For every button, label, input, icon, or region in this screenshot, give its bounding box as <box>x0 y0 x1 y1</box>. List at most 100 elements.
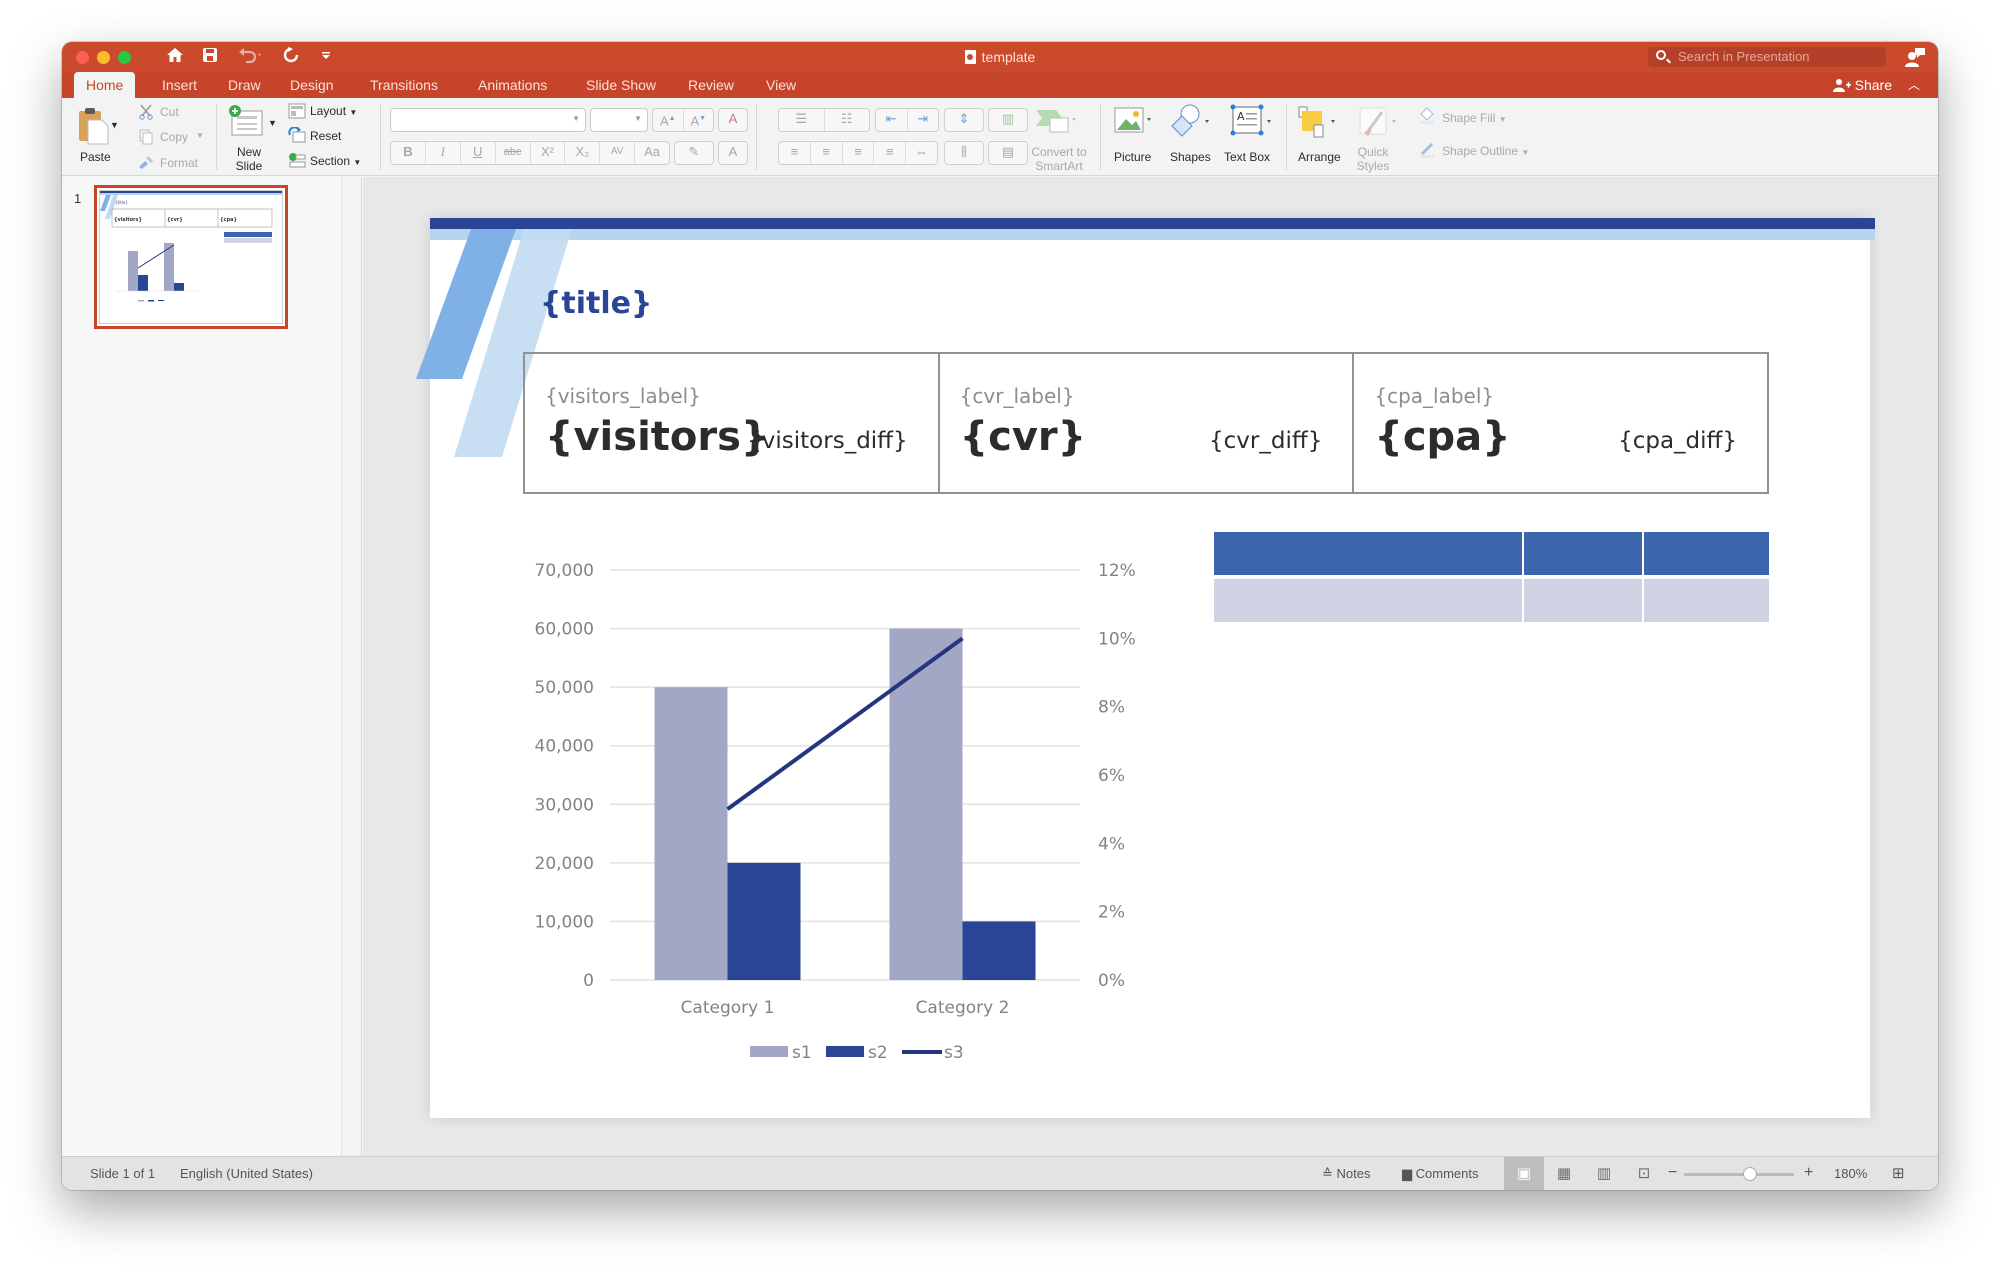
table-cell[interactable] <box>1644 532 1769 575</box>
align-center-button[interactable]: ≡ <box>811 142 843 164</box>
picture-button[interactable]: Picture <box>1114 150 1151 164</box>
paste-icon[interactable] <box>76 106 114 151</box>
shape-fill-button[interactable]: Shape Fill ▼ <box>1442 111 1507 125</box>
tab-home[interactable]: Home <box>74 72 136 98</box>
kpi-value: {cvr} <box>959 414 1087 460</box>
decrease-font-size-button[interactable]: A▼ <box>684 109 714 131</box>
reading-view-button[interactable]: ▥ <box>1584 1157 1624 1190</box>
copy-dropdown-icon[interactable]: ▼ <box>196 131 204 140</box>
chevron-down-icon: ▼ <box>572 114 580 123</box>
text-box-icon[interactable]: A <box>1230 104 1274 143</box>
arrange-button[interactable]: Arrange <box>1298 150 1341 164</box>
table-cell[interactable] <box>1644 579 1769 622</box>
slide-sorter-view-button[interactable]: ▦ <box>1544 1157 1584 1190</box>
tab-slide-show[interactable]: Slide Show <box>574 72 668 98</box>
svg-text:{cvr}: {cvr} <box>167 217 183 223</box>
highlight-button[interactable]: ✎ <box>674 141 714 165</box>
bold-button[interactable]: B <box>391 142 426 164</box>
slide-show-button[interactable]: ⊡ <box>1624 1157 1664 1190</box>
collapse-ribbon-icon[interactable]: ︿ <box>1908 72 1920 98</box>
columns-button[interactable]: ▥ <box>988 108 1028 132</box>
tab-design[interactable]: Design <box>278 72 346 98</box>
tab-insert[interactable]: Insert <box>150 72 209 98</box>
table-cell[interactable] <box>1524 532 1644 575</box>
copy-button[interactable]: Copy <box>160 130 188 144</box>
section-button[interactable]: Section ▼ <box>310 154 361 168</box>
slide-canvas[interactable]: {title} {visitors_label} {visitors} {vis… <box>416 218 1875 1118</box>
table-cell[interactable] <box>1214 532 1524 575</box>
bullets-button[interactable]: ☰ <box>779 109 825 131</box>
fit-to-window-icon[interactable]: ⊞ <box>1892 1164 1905 1182</box>
subscript-button[interactable]: X₂ <box>565 142 601 164</box>
account-icon[interactable] <box>1904 46 1926 68</box>
reset-button[interactable]: Reset <box>310 129 341 143</box>
picture-icon[interactable] <box>1114 106 1154 141</box>
tab-view[interactable]: View <box>754 72 808 98</box>
language-indicator[interactable]: English (United States) <box>180 1166 313 1181</box>
increase-font-size-button[interactable]: A▲ <box>653 109 684 131</box>
paste-label[interactable]: Paste <box>80 150 111 164</box>
layout-button[interactable]: Layout ▼ <box>310 104 357 118</box>
new-slide-icon[interactable] <box>228 104 264 143</box>
distribute-button[interactable]: ⇔ <box>906 142 937 164</box>
format-painter-button[interactable]: Format <box>160 156 198 170</box>
superscript-button[interactable]: X² <box>531 142 566 164</box>
font-size-select[interactable]: ▼ <box>590 108 648 132</box>
numbering-button[interactable]: ☷ <box>825 109 870 131</box>
kpi-cell-cvr[interactable]: {cvr_label} {cvr} {cvr_diff} <box>940 354 1355 492</box>
zoom-slider[interactable] <box>1684 1173 1794 1176</box>
tab-transitions[interactable]: Transitions <box>358 72 450 98</box>
shapes-icon[interactable] <box>1170 104 1212 143</box>
align-right-button[interactable]: ≡ <box>843 142 875 164</box>
notes-button[interactable]: ≙ Notes <box>1322 1166 1371 1182</box>
normal-view-button[interactable]: ▣ <box>1504 1157 1544 1190</box>
quick-styles-button[interactable]: Quick Styles <box>1356 145 1390 173</box>
kpi-cell-visitors[interactable]: {visitors_label} {visitors} {visitors_di… <box>525 354 940 492</box>
table-cell[interactable] <box>1214 579 1524 622</box>
panel-splitter[interactable] <box>343 177 362 1156</box>
clear-formatting-button[interactable]: A <box>718 108 748 132</box>
new-slide-button[interactable]: New Slide <box>232 145 266 173</box>
table-cell[interactable] <box>1524 579 1644 622</box>
align-text-button[interactable]: ▤ <box>988 141 1028 165</box>
line-spacing-button[interactable]: ⇕ <box>944 108 984 132</box>
zoom-slider-handle[interactable] <box>1743 1167 1757 1181</box>
slide-thumbnail-1[interactable]: {title} {visitors} {cvr} {cpa} <box>94 185 288 329</box>
indent-group: ⇤ ⇥ <box>875 108 939 132</box>
arrange-icon[interactable] <box>1298 106 1340 143</box>
combo-chart[interactable]: 0 10,000 20,000 30,000 40,000 50,000 60,000 70,… <box>520 538 1160 1078</box>
increase-indent-button[interactable]: ⇥ <box>908 109 939 131</box>
paste-dropdown-icon[interactable]: ▼ <box>110 120 119 130</box>
comments-button[interactable]: ▆ Comments <box>1402 1166 1478 1182</box>
share-button[interactable]: Share <box>1832 72 1892 98</box>
shape-outline-button[interactable]: Shape Outline ▼ <box>1442 144 1529 158</box>
smartart-icon[interactable] <box>1034 108 1078 141</box>
zoom-level[interactable]: 180% <box>1834 1166 1867 1181</box>
zoom-in-button[interactable]: + <box>1804 1164 1813 1182</box>
tab-draw[interactable]: Draw <box>216 72 273 98</box>
font-color-button[interactable]: A <box>718 141 748 165</box>
cut-button[interactable]: Cut <box>160 105 179 119</box>
underline-button[interactable]: U <box>461 142 496 164</box>
italic-button[interactable]: I <box>426 142 461 164</box>
text-direction-button[interactable]: ⫼ <box>944 141 984 165</box>
tab-review[interactable]: Review <box>676 72 746 98</box>
new-slide-dropdown-icon[interactable]: ▼ <box>268 118 277 128</box>
search-input[interactable]: Search in Presentation <box>1648 47 1886 67</box>
quick-styles-icon[interactable] <box>1358 106 1402 143</box>
slide-title[interactable]: {title} <box>540 286 652 321</box>
data-table[interactable] <box>1214 532 1769 626</box>
justify-button[interactable]: ≡ <box>874 142 907 164</box>
decrease-indent-button[interactable]: ⇤ <box>876 109 908 131</box>
kpi-cell-cpa[interactable]: {cpa_label} {cpa} {cpa_diff} <box>1354 354 1767 492</box>
align-left-button[interactable]: ≡ <box>779 142 811 164</box>
shapes-button[interactable]: Shapes <box>1170 150 1211 164</box>
character-spacing-button[interactable]: AV <box>600 142 636 164</box>
zoom-out-button[interactable]: − <box>1668 1164 1677 1182</box>
change-case-button[interactable]: Aa <box>635 142 669 164</box>
convert-to-smartart-button[interactable]: Convert to SmartArt <box>1026 145 1092 173</box>
text-box-button[interactable]: Text Box <box>1224 150 1270 164</box>
tab-animations[interactable]: Animations <box>466 72 559 98</box>
strikethrough-button[interactable]: abc <box>496 142 531 164</box>
font-name-select[interactable]: ▼ <box>390 108 586 132</box>
